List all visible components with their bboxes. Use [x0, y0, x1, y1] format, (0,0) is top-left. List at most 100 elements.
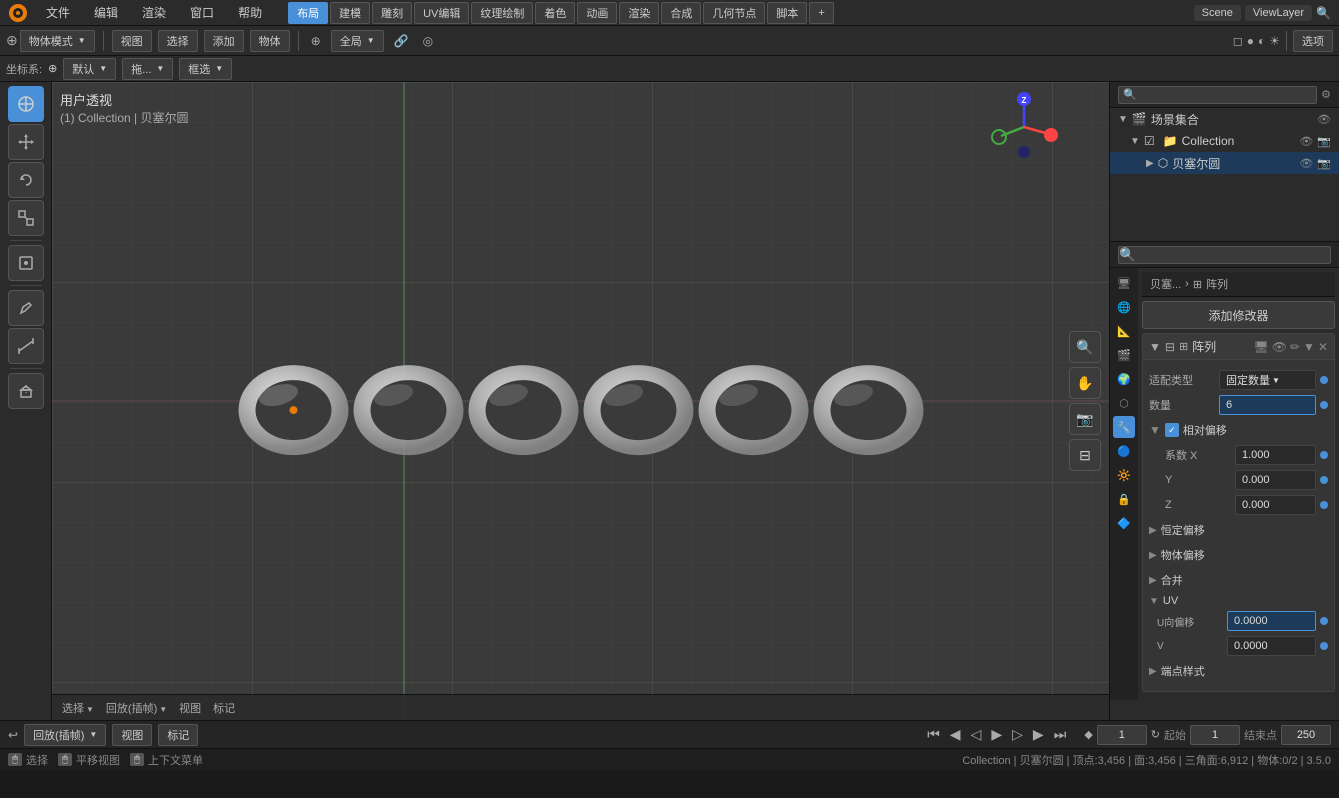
bezier-render-icon[interactable]: 📷 [1317, 157, 1331, 170]
outliner-vis-scene[interactable]: 👁 [1317, 113, 1331, 126]
count-field[interactable]: 6 [1219, 395, 1316, 415]
outliner-filter-icon[interactable]: ⚙ [1321, 88, 1331, 101]
ortho-btn[interactable]: ⊟ [1069, 439, 1101, 471]
tab-geometry-nodes[interactable]: 几何节点 [703, 2, 765, 24]
measure-tool[interactable] [8, 328, 44, 364]
props-data-icon[interactable]: 🔷 [1113, 512, 1135, 534]
props-constraints-icon[interactable]: 🔒 [1113, 488, 1135, 510]
menu-file[interactable]: 文件 [40, 2, 76, 23]
modifier-checkbox[interactable]: ⊟ [1165, 340, 1175, 354]
tab-sculpt[interactable]: 雕刻 [372, 2, 412, 24]
camera-btn[interactable]: 📷 [1069, 403, 1101, 435]
props-scene-icon[interactable]: 🎬 [1113, 344, 1135, 366]
rotate-tool[interactable] [8, 162, 44, 198]
add-menu[interactable]: 添加 [204, 30, 244, 52]
outliner-item-scene[interactable]: ▼ 🎬 场景集合 👁 [1110, 108, 1339, 130]
menu-edit[interactable]: 编辑 [88, 2, 124, 23]
start-frame-field[interactable]: 1 [1190, 725, 1240, 745]
viewport-shading-wire[interactable]: ◻ [1233, 34, 1243, 48]
select-mode-dropdown[interactable]: 框选 ▼ [179, 58, 232, 80]
outliner-search[interactable]: 🔍 [1118, 86, 1317, 104]
scene-name[interactable]: Scene [1194, 5, 1241, 21]
annotate-tool[interactable] [8, 290, 44, 326]
cursor-icon[interactable]: ⊕ [307, 32, 325, 50]
props-physics-icon[interactable]: 🔆 [1113, 464, 1135, 486]
scale-tool[interactable] [8, 200, 44, 236]
gizmo[interactable]: Z [989, 92, 1059, 162]
prev-keyframe-btn[interactable]: ◁ [967, 724, 986, 745]
modifier-expand-arrow[interactable]: ▼ [1149, 340, 1161, 354]
timeline-view-menu[interactable]: 视图 [112, 724, 152, 746]
zoom-in-btn[interactable]: 🔍 [1069, 331, 1101, 363]
pan-btn[interactable]: ✋ [1069, 367, 1101, 399]
view-layer-name[interactable]: ViewLayer [1245, 5, 1312, 21]
props-view-layer-icon[interactable]: 📐 [1113, 320, 1135, 342]
v-field[interactable]: 0.0000 [1227, 636, 1316, 656]
const-offset-row[interactable]: ▶ 恒定偏移 [1149, 519, 1328, 541]
viewport-view-menu[interactable]: 视图 [175, 698, 205, 718]
play-btn[interactable]: ▶ [987, 724, 1006, 745]
u-offset-field[interactable]: 0.0000 [1227, 611, 1316, 631]
modifier-close-icon[interactable]: ✕ [1318, 340, 1328, 354]
add-modifier-btn[interactable]: 添加修改器 [1142, 301, 1335, 329]
modifier-edit-icon[interactable]: ✏ [1290, 340, 1300, 354]
timeline-select-icon[interactable]: ↩ [8, 728, 18, 742]
view-menu[interactable]: 视图 [112, 30, 152, 52]
obj-offset-row[interactable]: ▶ 物体偏移 [1149, 544, 1328, 566]
menu-window[interactable]: 窗口 [184, 2, 220, 23]
coord-system-dropdown[interactable]: 默认 ▼ [63, 58, 116, 80]
properties-search[interactable] [1118, 246, 1331, 264]
props-modifier-icon[interactable]: 🔧 [1113, 416, 1135, 438]
global-dropdown[interactable]: 全局 ▼ [331, 30, 384, 52]
tab-rendering[interactable]: 渲染 [619, 2, 659, 24]
tab-shading[interactable]: 着色 [535, 2, 575, 24]
menu-help[interactable]: 帮助 [232, 2, 268, 23]
collection-render-icon[interactable]: 📷 [1317, 135, 1331, 148]
viewport-shading-rendered[interactable]: ☀ [1269, 34, 1280, 48]
tab-modeling[interactable]: 建模 [330, 2, 370, 24]
playback-dropdown[interactable]: 回放(插帧) ▼ [24, 724, 106, 746]
tab-uv[interactable]: UV编辑 [414, 2, 469, 24]
next-keyframe-btn[interactable]: ▷ [1008, 724, 1027, 745]
modifier-render-icon[interactable]: 🖥 [1254, 340, 1269, 354]
outliner-item-bezier[interactable]: ▶ ⬡ 贝塞尔圆 👁 📷 [1110, 152, 1339, 174]
viewport-marker-menu[interactable]: 标记 [209, 698, 239, 718]
z-field[interactable]: 0.000 [1235, 495, 1316, 515]
modifier-down-icon[interactable]: ▼ [1303, 340, 1315, 354]
proportional-edit-icon[interactable]: ◎ [419, 32, 437, 50]
timeline-marker-menu[interactable]: 标记 [158, 724, 198, 746]
tab-animation[interactable]: 动画 [577, 2, 617, 24]
tab-compositing[interactable]: 合成 [661, 2, 701, 24]
props-object-icon[interactable]: ⬡ [1113, 392, 1135, 414]
collection-eye-icon[interactable]: 👁 [1299, 135, 1313, 148]
fit-type-field[interactable]: 固定数量 ▼ [1219, 370, 1316, 390]
next-frame-btn[interactable]: ▶ [1029, 724, 1048, 745]
tab-scripting[interactable]: 脚本 [767, 2, 807, 24]
relative-offset-expand[interactable]: ▼ [1149, 423, 1161, 437]
vertex-style-row[interactable]: ▶ 端点样式 [1149, 660, 1328, 682]
props-particles-icon[interactable]: 🔵 [1113, 440, 1135, 462]
current-frame-field[interactable]: 1 [1097, 725, 1147, 745]
props-world-icon[interactable]: 🌍 [1113, 368, 1135, 390]
object-mode-dropdown[interactable]: 物体模式 ▼ [20, 30, 95, 52]
tab-add[interactable]: + [809, 2, 833, 24]
viewport-shading-material[interactable]: ◐ [1258, 34, 1265, 48]
collection-vis-checkbox[interactable]: ☑ [1144, 134, 1155, 148]
viewport[interactable]: 用户透视 (1) Collection | 贝塞尔圆 Z [52, 82, 1109, 720]
loop-icon[interactable]: ↻ [1151, 728, 1160, 741]
factor-x-field[interactable]: 1.000 [1235, 445, 1316, 465]
snap-icon[interactable]: 🔗 [390, 32, 413, 50]
cursor-tool[interactable] [8, 86, 44, 122]
tab-texture[interactable]: 纹理绘制 [471, 2, 533, 24]
select-menu[interactable]: 选择 [158, 30, 198, 52]
outliner-item-collection[interactable]: ▼ ☑ 📁 Collection 👁 📷 [1110, 130, 1339, 152]
end-frame-field[interactable]: 250 [1281, 725, 1331, 745]
merge-row[interactable]: ▶ 合并 [1149, 569, 1328, 591]
viewport-playback-dropdown[interactable]: 回放(插帧)▼ [102, 698, 171, 718]
prev-frame-btn[interactable]: ◀ [946, 724, 965, 745]
move-tool[interactable] [8, 124, 44, 160]
viewport-select-dropdown[interactable]: 选择▼ [58, 698, 98, 718]
object-menu[interactable]: 物体 [250, 30, 290, 52]
transform-tool[interactable] [8, 245, 44, 281]
viewport-shading-solid[interactable]: ● [1247, 34, 1254, 48]
